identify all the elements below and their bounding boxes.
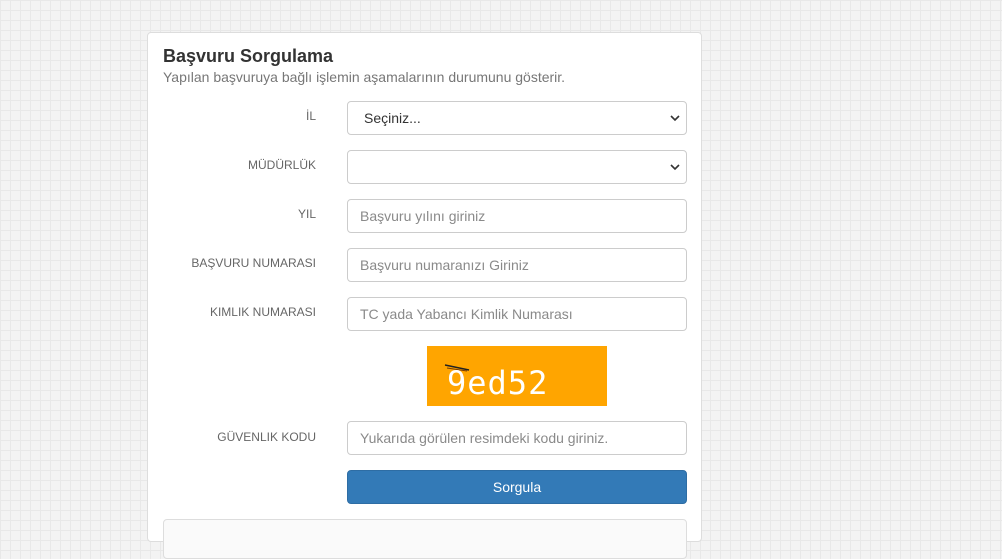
result-box	[163, 519, 687, 559]
kimlik-no-label: KIMLIK NUMARASI	[209, 305, 316, 319]
mudurluk-label: MÜDÜRLÜK	[247, 158, 316, 172]
chevron-down-icon	[670, 164, 680, 171]
il-select[interactable]: Seçiniz...	[347, 101, 687, 135]
mudurluk-select[interactable]	[347, 150, 687, 184]
il-select-value: Seçiniz...	[364, 110, 421, 126]
chevron-down-icon	[670, 115, 680, 122]
yil-input[interactable]	[347, 199, 687, 233]
panel-subtitle: Yapılan başvuruya bağlı işlemin aşamalar…	[163, 69, 566, 85]
sorgula-button[interactable]: Sorgula	[347, 470, 687, 504]
basvuru-no-input[interactable]	[347, 248, 687, 282]
il-label: İL	[305, 109, 316, 123]
guvenlik-kodu-label: GÜVENLIK KODU	[217, 430, 316, 444]
guvenlik-kodu-input[interactable]	[347, 421, 687, 455]
kimlik-no-input[interactable]	[347, 297, 687, 331]
yil-label: YIL	[297, 207, 316, 221]
panel-title: Başvuru Sorgulama	[163, 46, 334, 66]
captcha-text: 9ed52	[447, 364, 549, 402]
inquiry-panel: Başvuru Sorgulama Yapılan başvuruya bağl…	[147, 32, 702, 559]
basvuru-no-label: BAŞVURU NUMARASI	[191, 256, 316, 270]
captcha-image: 9ed52	[427, 346, 607, 406]
